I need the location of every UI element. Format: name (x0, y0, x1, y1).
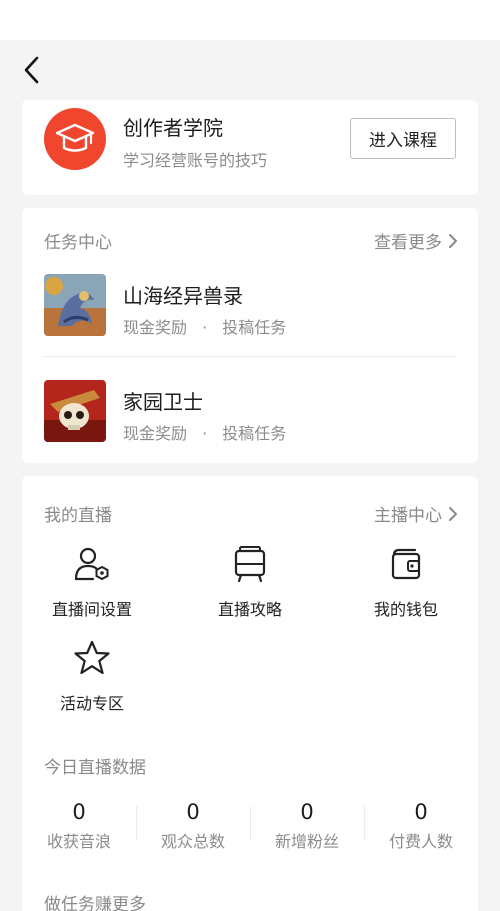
stat-label: 收获音浪 (46, 832, 111, 851)
back-button[interactable] (14, 52, 50, 88)
academy-subtitle: 学习经营账号的技巧 (123, 151, 268, 170)
guide-board-icon (230, 544, 270, 584)
my-live-card: 我的直播 主播中心 直播间设置 直播攻略 我的钱包 活动专区 今日直播数据 0 … (22, 476, 478, 911)
earn-more-title: 做任务赚更多 (44, 895, 146, 911)
chevron-right-icon (449, 233, 457, 248)
tool-label: 直播攻略 (217, 600, 282, 619)
stat-yinlang: 0 收获音浪 (22, 800, 136, 852)
enter-course-button[interactable]: 进入课程 (350, 118, 456, 159)
streamer-center-label: 主播中心 (374, 506, 442, 526)
task-item-jiayuan[interactable]: 家园卫士 现金奖励 · 投稿任务 (22, 380, 478, 470)
task-type: 投稿任务 (222, 318, 287, 337)
live-room-settings-button[interactable]: 直播间设置 (22, 544, 162, 620)
star-icon (72, 638, 112, 678)
skull-game-thumbnail (44, 380, 106, 442)
chevron-left-icon (24, 56, 39, 84)
view-more-link[interactable]: 查看更多 (374, 228, 458, 253)
tool-label: 活动专区 (59, 694, 124, 713)
dragon-game-thumbnail (44, 274, 106, 336)
task-meta: 现金奖励 · 投稿任务 (123, 314, 286, 338)
academy-logo (44, 108, 106, 170)
meta-separator: · (202, 318, 208, 337)
wallet-button[interactable]: 我的钱包 (336, 544, 476, 620)
graduation-cap-icon (55, 123, 95, 152)
my-live-title: 我的直播 (44, 506, 112, 526)
tool-label: 直播间设置 (51, 600, 132, 619)
stat-new-fans: 0 新增粉丝 (250, 800, 364, 852)
task-center-card: 任务中心 查看更多 山海经异兽录 现金奖励 · 投稿任务 家园卫士 现金奖励 ·… (22, 208, 478, 463)
academy-title: 创作者学院 (123, 116, 223, 140)
status-bar (0, 0, 500, 40)
meta-separator: · (202, 424, 208, 443)
nav-bar (0, 40, 500, 100)
activity-zone-button[interactable]: 活动专区 (22, 638, 162, 714)
chevron-right-icon (449, 506, 457, 521)
stat-value: 0 (414, 800, 428, 824)
creator-academy-card: 创作者学院 学习经营账号的技巧 进入课程 (22, 100, 478, 195)
task-name: 家园卫士 (123, 390, 203, 414)
task-reward: 现金奖励 (123, 318, 188, 337)
wallet-icon (386, 544, 426, 584)
divider (44, 356, 456, 357)
user-settings-icon (72, 544, 112, 584)
task-type: 投稿任务 (222, 424, 287, 443)
stat-paying-users: 0 付费人数 (364, 800, 478, 852)
stat-value: 0 (186, 800, 200, 824)
stat-value: 0 (300, 800, 314, 824)
task-name: 山海经异兽录 (123, 284, 243, 308)
task-item-shanhaijing[interactable]: 山海经异兽录 现金奖励 · 投稿任务 (22, 274, 478, 364)
view-more-label: 查看更多 (374, 233, 442, 253)
stat-label: 观众总数 (160, 832, 225, 851)
today-data-title: 今日直播数据 (44, 758, 146, 778)
stat-viewers: 0 观众总数 (136, 800, 250, 852)
stat-label: 新增粉丝 (274, 832, 339, 851)
stat-label: 付费人数 (388, 832, 453, 851)
streamer-center-link[interactable]: 主播中心 (374, 501, 458, 526)
task-reward: 现金奖励 (123, 424, 188, 443)
stat-value: 0 (72, 800, 86, 824)
task-center-title: 任务中心 (44, 233, 112, 253)
tool-label: 我的钱包 (373, 600, 438, 619)
task-meta: 现金奖励 · 投稿任务 (123, 420, 286, 444)
live-guide-button[interactable]: 直播攻略 (180, 544, 320, 620)
